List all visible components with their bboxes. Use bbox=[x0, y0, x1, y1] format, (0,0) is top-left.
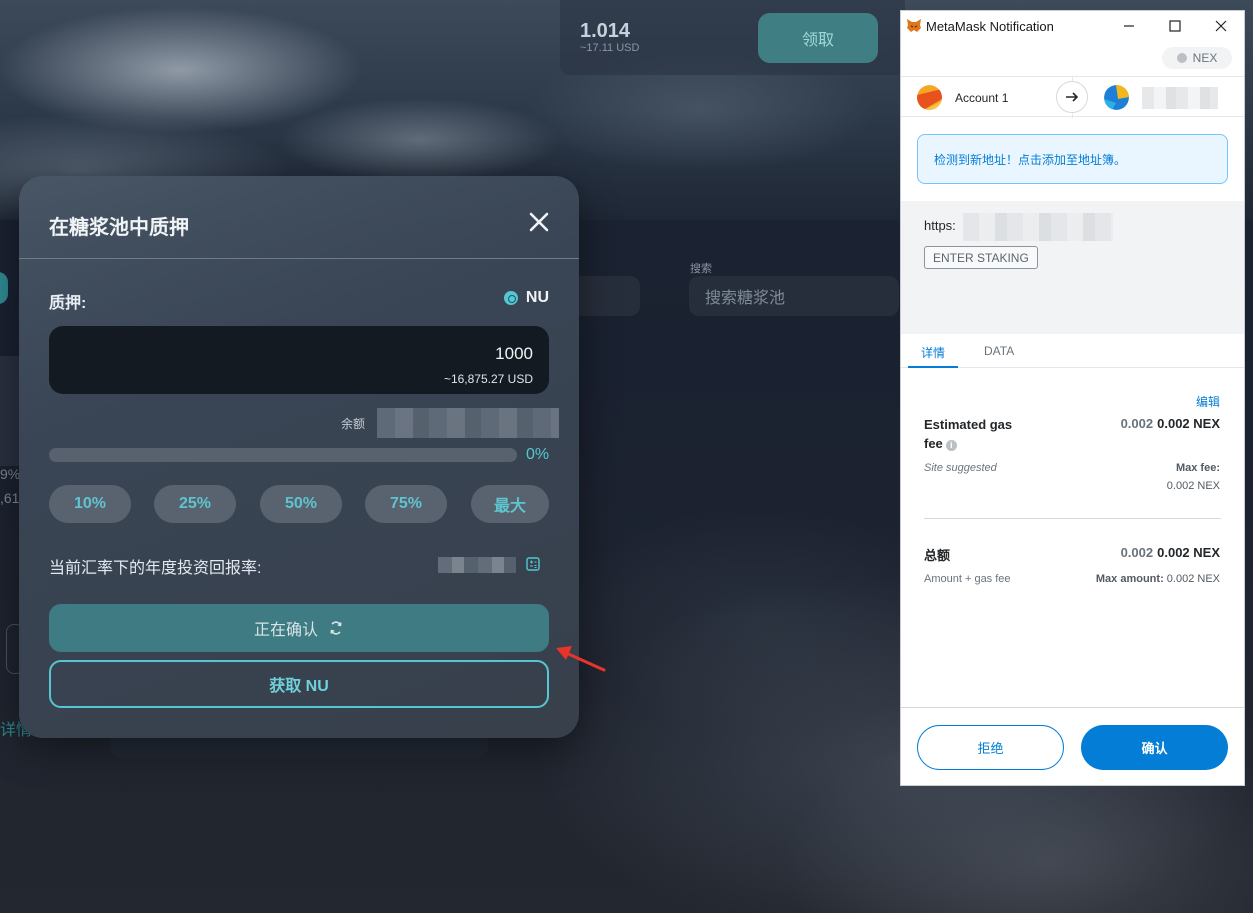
max-fee-value: 0.002 NEX bbox=[1166, 480, 1220, 492]
edit-gas-link[interactable]: 编辑 bbox=[1196, 393, 1220, 410]
confirming-button[interactable]: 正在确认 bbox=[49, 604, 549, 652]
origin-url: https: bbox=[924, 218, 956, 233]
stake-label: 质押: bbox=[49, 295, 87, 312]
arrow-right-icon bbox=[1066, 92, 1079, 102]
origin-section: https: ENTER STAKING bbox=[901, 201, 1244, 334]
info-icon[interactable]: i bbox=[945, 440, 957, 451]
reward-value: 1.014 bbox=[580, 20, 631, 42]
percent-10-button[interactable]: 10% bbox=[49, 485, 131, 523]
confirming-label: 正在确认 bbox=[253, 622, 318, 639]
network-selector[interactable]: NEX bbox=[1162, 47, 1232, 69]
account-avatar bbox=[917, 85, 942, 110]
pool-card-fragment bbox=[0, 356, 20, 466]
balance-label: 余额 bbox=[341, 417, 366, 431]
token-symbol: NU bbox=[525, 289, 549, 306]
divider bbox=[924, 518, 1221, 519]
modal-title: 在糖浆池中质押 bbox=[49, 217, 189, 239]
reject-button[interactable]: 拒绝 bbox=[917, 725, 1064, 770]
filter-select[interactable] bbox=[570, 276, 640, 316]
total-secondary: 0.002 bbox=[1120, 545, 1154, 560]
stake-amount-input[interactable]: 1000 ~16,875.27 USD bbox=[49, 326, 549, 394]
percent-50-button[interactable]: 50% bbox=[260, 485, 342, 523]
nu-token-icon bbox=[503, 291, 518, 305]
new-address-notice[interactable]: 检测到新地址！点击添加至地址簿。 bbox=[917, 134, 1228, 184]
site-suggested-label: Site suggested bbox=[924, 462, 997, 474]
action-footer: 拒绝 确认 bbox=[901, 707, 1244, 785]
account-row: Account 1 bbox=[901, 76, 1244, 118]
pool-apr-fragment: 9% bbox=[0, 466, 21, 482]
network-icon bbox=[1176, 53, 1187, 63]
annotation-arrow-icon bbox=[556, 646, 606, 672]
direction-arrow bbox=[1056, 81, 1088, 113]
slider-percent: 0% bbox=[526, 446, 550, 463]
tab-details[interactable]: 详情 bbox=[921, 344, 945, 361]
search-input[interactable]: 搜索糖浆池 bbox=[689, 276, 899, 316]
get-nu-button[interactable]: 获取 NU bbox=[49, 660, 549, 708]
search-label: 搜索 bbox=[690, 263, 712, 275]
total-label: 总额 bbox=[924, 548, 951, 563]
balance-value-redacted bbox=[377, 408, 559, 438]
total-value: 0.002 0.002 NEX bbox=[1121, 545, 1220, 560]
max-amount: Max amount: 0.002 NEX bbox=[1096, 573, 1220, 585]
gas-fee-label: Estimated gas fee i bbox=[924, 415, 1034, 453]
recipient-avatar bbox=[1104, 85, 1129, 110]
reward-usd: ~17.11 USD bbox=[580, 42, 640, 54]
percent-25-button[interactable]: 25% bbox=[154, 485, 236, 523]
maximize-icon[interactable] bbox=[1165, 16, 1185, 36]
tab-indicator bbox=[908, 366, 958, 368]
method-badge: ENTER STAKING bbox=[924, 246, 1038, 269]
amount-usd: ~16,875.27 USD bbox=[443, 372, 533, 386]
total-sub-label: Amount + gas fee bbox=[924, 573, 1011, 585]
account-name[interactable]: Account 1 bbox=[955, 91, 1008, 105]
window-title: MetaMask Notification bbox=[926, 19, 1054, 34]
metamask-fox-icon bbox=[907, 19, 921, 32]
gas-fee-primary: 0.002 NEX bbox=[1157, 416, 1220, 431]
confirm-button[interactable]: 确认 bbox=[1081, 725, 1228, 770]
percent-75-button[interactable]: 75% bbox=[365, 485, 447, 523]
amount-slider[interactable] bbox=[49, 448, 517, 462]
close-icon[interactable] bbox=[527, 210, 551, 234]
metamask-window: MetaMask Notification NEX Account 1 检测到新… bbox=[900, 10, 1245, 786]
close-window-icon[interactable] bbox=[1211, 16, 1231, 36]
loading-spinner-icon bbox=[330, 621, 342, 635]
apr-label: 当前汇率下的年度投资回报率: bbox=[49, 560, 262, 577]
max-button[interactable]: 最大 bbox=[471, 485, 549, 523]
claim-button[interactable]: 领取 bbox=[758, 13, 878, 63]
window-titlebar: MetaMask Notification bbox=[901, 11, 1244, 41]
tab-data[interactable]: DATA bbox=[984, 344, 1014, 358]
network-name: NEX bbox=[1192, 51, 1218, 65]
gas-fee-label-text: Estimated gas fee bbox=[924, 417, 1013, 451]
token-tag: NU bbox=[503, 289, 549, 307]
total-primary: 0.002 NEX bbox=[1157, 545, 1220, 560]
gas-fee-secondary: 0.002 bbox=[1120, 416, 1154, 431]
minimize-icon[interactable] bbox=[1119, 16, 1139, 36]
recipient-address-redacted[interactable] bbox=[1142, 87, 1218, 109]
divider bbox=[19, 258, 579, 259]
apr-value-redacted bbox=[438, 557, 516, 573]
max-fee-label: Max fee: bbox=[1175, 462, 1220, 474]
calculator-icon[interactable] bbox=[526, 557, 540, 571]
stake-modal: 在糖浆池中质押 质押: NU 1000 ~16,875.27 USD 余额 0%… bbox=[19, 176, 579, 738]
max-amount-label: Max amount: bbox=[1095, 573, 1164, 585]
pool-value-fragment: ,61 bbox=[0, 490, 20, 506]
gas-fee-value: 0.002 0.002 NEX bbox=[1121, 416, 1220, 431]
max-amount-value: 0.002 NEX bbox=[1166, 573, 1220, 585]
origin-url-redacted bbox=[963, 213, 1113, 241]
amount-value: 1000 bbox=[495, 344, 533, 363]
tab-bar: 详情 DATA bbox=[901, 334, 1244, 368]
